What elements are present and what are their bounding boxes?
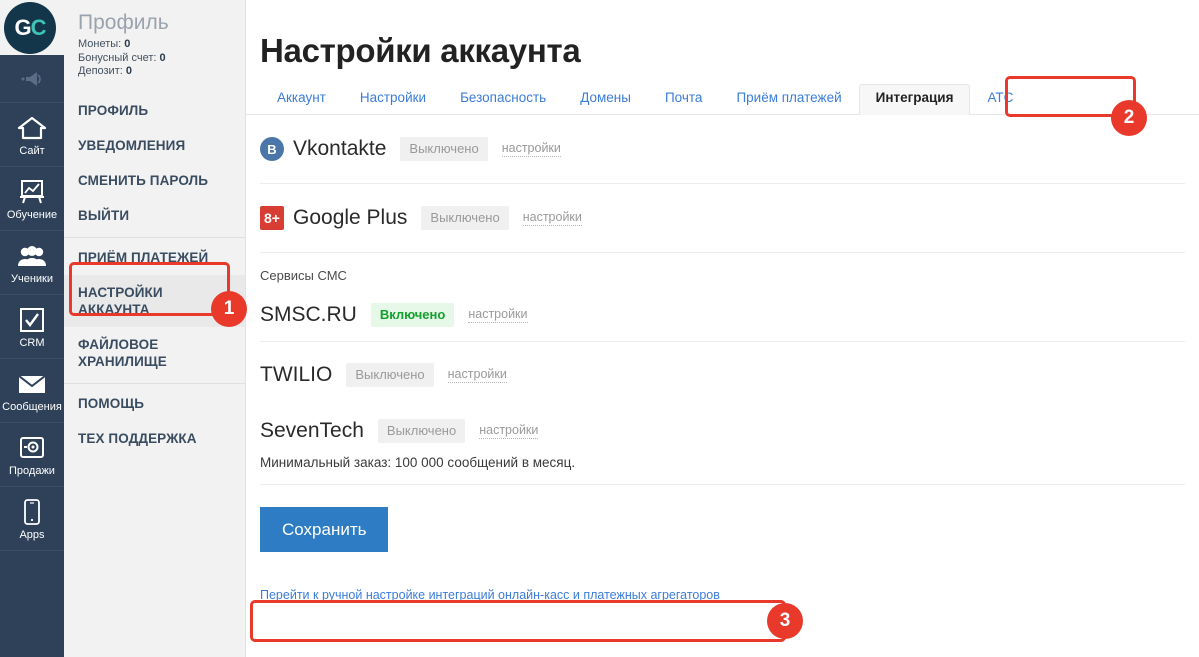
integration-row-seventech: SevenTech Выключено настройки: [260, 408, 1185, 454]
nav-item-support[interactable]: ТЕХ ПОДДЕРЖКА: [64, 421, 245, 456]
seventech-min-order-note: Минимальный заказ: 100 000 сообщений в м…: [260, 455, 576, 470]
status-badge-seventech: Выключено: [377, 419, 466, 443]
profile-stat-deposit: Депозит: 0: [78, 65, 245, 79]
rail-item-announcements[interactable]: [0, 55, 64, 103]
tab-account[interactable]: Аккаунт: [260, 84, 343, 114]
gc-logo: GC: [4, 2, 56, 54]
logo-letter-c: C: [30, 15, 47, 40]
integration-name-google-plus: Google Plus: [293, 206, 408, 229]
megaphone-icon: [21, 64, 43, 94]
rail-label-messages: Сообщения: [2, 400, 62, 413]
sms-section-label: Сервисы СМС: [260, 268, 347, 283]
manual-integration-link[interactable]: Перейти к ручной настройке интеграций он…: [260, 587, 720, 603]
nav-item-change-password[interactable]: СМЕНИТЬ ПАРОЛЬ: [64, 163, 245, 198]
nav-panel: Профиль Монеты: 0 Бонусный счет: 0 Депоз…: [64, 0, 246, 657]
nav-item-logout[interactable]: ВЫЙТИ: [64, 198, 245, 233]
tab-bar: Аккаунт Настройки Безопасность Домены По…: [246, 84, 1199, 115]
nav-item-notifications[interactable]: УВЕДОМЛЕНИЯ: [64, 128, 245, 163]
main-content: Настройки аккаунта Аккаунт Настройки Без…: [246, 0, 1199, 657]
integration-name-seventech: SevenTech: [260, 419, 364, 442]
rail-label-site: Сайт: [19, 144, 45, 157]
status-badge-twilio: Выключено: [346, 363, 434, 387]
rail-item-apps[interactable]: Apps: [0, 487, 64, 551]
integration-row-vkontakte: В Vkontakte Выключено настройки: [260, 115, 1185, 184]
rail-item-crm[interactable]: CRM: [0, 295, 64, 359]
profile-stat-coins-label: Монеты:: [78, 38, 122, 50]
integration-row-smsc: SMSC.RU Включено настройки: [260, 289, 1185, 341]
tab-security[interactable]: Безопасность: [443, 84, 563, 114]
nav-item-file-storage[interactable]: ФАЙЛОВОЕ ХРАНИЛИЩЕ: [64, 327, 245, 379]
tab-domains[interactable]: Домены: [563, 84, 648, 114]
rail-label-students: Ученики: [10, 272, 53, 285]
status-badge-vkontakte: Выключено: [400, 137, 488, 161]
integration-name-vkontakte: Vkontakte: [293, 137, 387, 160]
profile-stat-deposit-label: Депозит:: [78, 65, 123, 77]
logo-cell[interactable]: GC: [0, 0, 64, 55]
profile-stat-bonus-value: 0: [159, 51, 166, 64]
rail-label-sales: Продажи: [9, 464, 55, 477]
integration-name-twilio: TWILIO: [260, 363, 333, 386]
profile-stat-coins: Монеты: 0: [78, 38, 245, 52]
easel-chart-icon: [18, 177, 46, 207]
status-badge-google-plus: Выключено: [421, 206, 509, 230]
rail-item-messages[interactable]: Сообщения: [0, 359, 64, 423]
settings-link-smsc[interactable]: настройки: [468, 307, 528, 323]
rail-label-training: Обучение: [6, 208, 58, 221]
safe-icon: [18, 433, 46, 463]
sms-services-group: Сервисы СМС SMSC.RU Включено настройки T…: [260, 253, 1185, 485]
vkontakte-icon: В: [260, 137, 284, 161]
integration-rows: В Vkontakte Выключено настройки 8+ Googl…: [246, 115, 1199, 604]
tab-payments[interactable]: Приём платежей: [719, 84, 858, 114]
nav-list: ПРОФИЛЬ УВЕДОМЛЕНИЯ СМЕНИТЬ ПАРОЛЬ ВЫЙТИ…: [64, 93, 245, 456]
envelope-icon: [17, 369, 47, 399]
manual-link-wrap: Перейти к ручной настройке интеграций он…: [260, 586, 1185, 604]
google-plus-icon: 8+: [260, 206, 284, 230]
rail-label-crm: CRM: [19, 336, 45, 349]
phone-icon: [22, 497, 42, 527]
house-icon: [17, 113, 47, 143]
profile-stat-bonus-label: Бонусный счет:: [78, 51, 157, 64]
profile-block: Профиль Монеты: 0 Бонусный счет: 0 Депоз…: [64, 0, 245, 85]
checkbox-icon: [19, 305, 45, 335]
rail-item-sales[interactable]: Продажи: [0, 423, 64, 487]
tab-mail[interactable]: Почта: [648, 84, 720, 114]
profile-stat-bonus: Бонусный счет: 0: [78, 52, 245, 66]
settings-link-twilio[interactable]: настройки: [447, 367, 507, 383]
rail-item-site[interactable]: Сайт: [0, 103, 64, 167]
status-badge-smsc: Включено: [370, 303, 455, 327]
integration-row-twilio: TWILIO Выключено настройки: [260, 342, 1185, 408]
tab-settings[interactable]: Настройки: [343, 84, 443, 114]
logo-letter-g: G: [14, 15, 31, 40]
nav-item-profile[interactable]: ПРОФИЛЬ: [64, 93, 245, 128]
rail-item-training[interactable]: Обучение: [0, 167, 64, 231]
save-button[interactable]: Сохранить: [260, 507, 389, 552]
app-root: GC Сайт Обучение Ученики CRM Сообщения П…: [0, 0, 1199, 657]
rail-filler: [0, 551, 64, 657]
settings-link-seventech[interactable]: настройки: [479, 423, 539, 439]
profile-stat-deposit-value: 0: [125, 65, 132, 77]
nav-item-help[interactable]: ПОМОЩЬ: [64, 382, 245, 421]
tab-integration[interactable]: Интеграция: [858, 84, 971, 115]
nav-item-payments[interactable]: ПРИЁМ ПЛАТЕЖЕЙ: [64, 236, 245, 275]
tab-ats[interactable]: АТС: [970, 84, 1030, 114]
icon-rail: GC Сайт Обучение Ученики CRM Сообщения П…: [0, 0, 64, 657]
rail-label-apps: Apps: [19, 528, 45, 541]
page-title: Настройки аккаунта: [260, 32, 581, 69]
settings-link-vkontakte[interactable]: настройки: [501, 141, 561, 157]
integration-row-google-plus: 8+ Google Plus Выключено настройки: [260, 184, 1185, 253]
rail-item-students[interactable]: Ученики: [0, 231, 64, 295]
profile-stat-coins-value: 0: [124, 38, 131, 50]
settings-link-google-plus[interactable]: настройки: [522, 210, 582, 226]
divider-after-seventech: [260, 484, 1185, 485]
people-icon: [17, 241, 47, 271]
integration-name-smsc: SMSC.RU: [260, 303, 357, 326]
profile-title: Профиль: [78, 11, 169, 34]
nav-item-account-settings[interactable]: НАСТРОЙКИ АККАУНТА: [64, 274, 245, 327]
